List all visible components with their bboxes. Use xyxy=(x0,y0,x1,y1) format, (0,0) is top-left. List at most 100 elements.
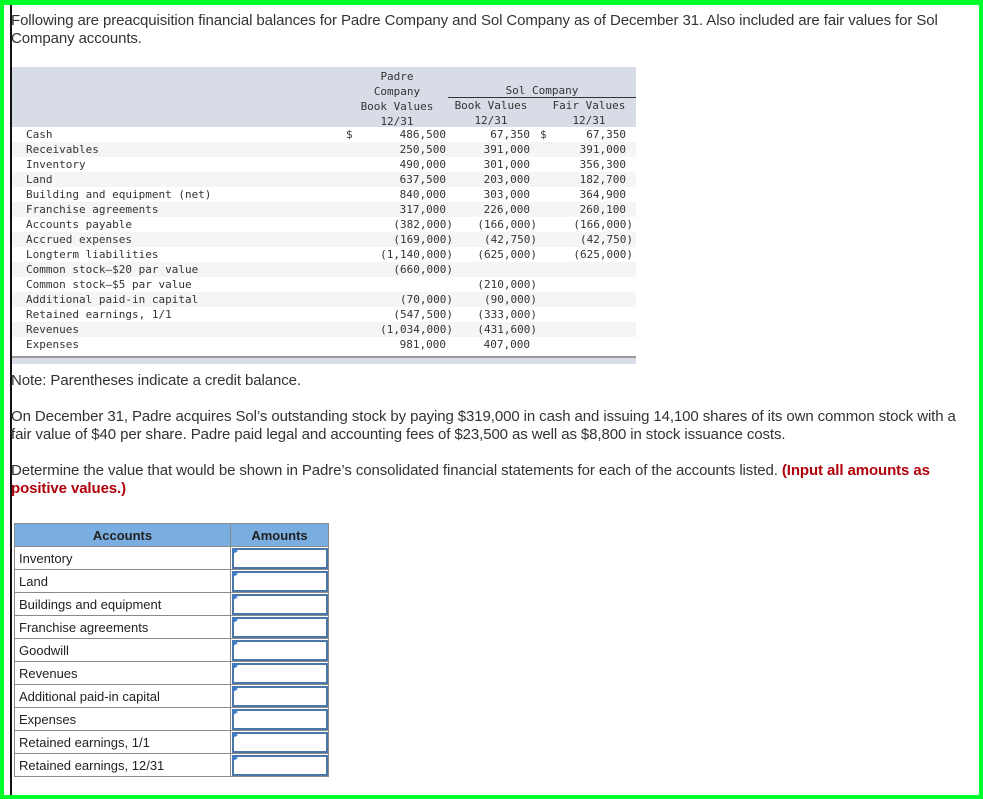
answer-amount-cell xyxy=(230,707,329,731)
balance-row: Accounts payable (382,000) (166,000) (166,0… xyxy=(12,217,636,232)
account-label: Inventory xyxy=(26,158,86,171)
account-label: Accrued expenses xyxy=(26,233,132,246)
balance-row: Expenses 981,000 407,000 xyxy=(12,337,636,352)
header-padre: Padre Company Book Values 12/31 xyxy=(354,69,440,129)
sol-book-value: 226,000 xyxy=(483,203,530,216)
answer-amount-cell xyxy=(230,753,329,777)
sol-book-value: 67,350 xyxy=(490,128,530,141)
input-marker-icon xyxy=(233,686,238,692)
amount-input[interactable] xyxy=(232,616,328,638)
padre-book-value: (547,500) xyxy=(393,308,453,321)
answer-table: Accounts Amounts Inventory Land Buildings … xyxy=(14,523,329,777)
balance-row: Land 637,500 203,000 182,700 xyxy=(12,172,636,187)
sol-book-value: 203,000 xyxy=(483,173,530,186)
account-label: Cash xyxy=(26,128,53,141)
sol-fair-value: 364,900 xyxy=(579,188,626,201)
answer-row: Goodwill xyxy=(14,638,329,662)
sol-fair-value: 182,700 xyxy=(579,173,626,186)
sol-fair-value: 356,300 xyxy=(579,158,626,171)
padre-book-value: (169,000) xyxy=(393,233,453,246)
answer-account-label: Retained earnings, 1/1 xyxy=(14,730,231,754)
amount-input[interactable] xyxy=(232,639,328,661)
amount-input[interactable] xyxy=(232,685,328,707)
sol-book-value: 407,000 xyxy=(483,338,530,351)
answer-amount-cell xyxy=(230,569,329,593)
answer-account-label: Land xyxy=(14,569,231,593)
sol-book-value: (625,000) xyxy=(477,248,537,261)
sol-fair-value: 391,000 xyxy=(579,143,626,156)
padre-book-value: 490,000 xyxy=(399,158,446,171)
answer-account-label: Expenses xyxy=(14,707,231,731)
answer-amount-cell xyxy=(230,730,329,754)
header-padre-line: Book Values xyxy=(360,100,434,113)
instruction-text: Determine the value that would be shown … xyxy=(11,462,971,498)
padre-book-value: (660,000) xyxy=(393,263,453,276)
amount-input[interactable] xyxy=(232,754,328,776)
balances-footer xyxy=(12,356,636,364)
account-label: Retained earnings, 1/1 xyxy=(26,308,172,321)
account-label: Accounts payable xyxy=(26,218,132,231)
padre-book-value: (70,000) xyxy=(400,293,453,306)
answer-row: Revenues xyxy=(14,661,329,685)
answer-row: Retained earnings, 12/31 xyxy=(14,753,329,777)
sol-book-value: 391,000 xyxy=(483,143,530,156)
balances-table: Padre Company Book Values 12/31 Sol Comp… xyxy=(12,67,636,364)
padre-book-value: 317,000 xyxy=(399,203,446,216)
amount-input[interactable] xyxy=(232,731,328,753)
account-label: Additional paid-in capital xyxy=(26,293,199,306)
input-marker-icon xyxy=(233,640,238,646)
input-marker-icon xyxy=(233,709,238,715)
sol-book-value: (90,000) xyxy=(484,293,537,306)
balance-row: Revenues (1,034,000) (431,600) xyxy=(12,322,636,337)
answer-row: Inventory xyxy=(14,546,329,570)
balance-row: Inventory 490,000 301,000 356,300 xyxy=(12,157,636,172)
note-text: Note: Parentheses indicate a credit bala… xyxy=(11,372,301,389)
sol-fair-value: (166,000) xyxy=(573,218,633,231)
scenario-text: On December 31, Padre acquires Sol’s out… xyxy=(11,408,956,443)
account-label: Expenses xyxy=(26,338,79,351)
amount-input[interactable] xyxy=(232,708,328,730)
sol-book-value: (210,000) xyxy=(477,278,537,291)
answer-account-label: Franchise agreements xyxy=(14,615,231,639)
balance-row: Cash $ $486,500 67,350 67,350 xyxy=(12,127,636,142)
dollar-sign: $ xyxy=(346,128,353,141)
answer-account-label: Goodwill xyxy=(14,638,231,662)
sol-book-value: (333,000) xyxy=(477,308,537,321)
padre-book-value: (1,034,000) xyxy=(380,323,453,336)
answer-amount-cell xyxy=(230,546,329,570)
header-sol-company: Sol Company xyxy=(448,83,636,98)
header-padre-line: Company xyxy=(373,85,421,98)
input-marker-icon xyxy=(233,663,238,669)
answer-account-label: Retained earnings, 12/31 xyxy=(14,753,231,777)
account-label: Receivables xyxy=(26,143,99,156)
header-accounts: Accounts xyxy=(14,523,231,547)
balance-row: Receivables 250,500 391,000 391,000 xyxy=(12,142,636,157)
input-marker-icon xyxy=(233,732,238,738)
answer-amount-cell xyxy=(230,615,329,639)
amount-input[interactable] xyxy=(232,593,328,615)
account-label: Franchise agreements xyxy=(26,203,159,216)
header-padre-line: Padre xyxy=(380,70,414,83)
header-sol-book: Book Values 12/31 xyxy=(448,98,534,128)
amount-input[interactable] xyxy=(232,570,328,592)
balances-header: Padre Company Book Values 12/31 Sol Comp… xyxy=(12,67,636,129)
amount-input[interactable] xyxy=(232,662,328,684)
account-label: Common stock—$20 par value xyxy=(26,263,199,276)
sol-book-value: (166,000) xyxy=(477,218,537,231)
balance-row: Common stock—$20 par value (660,000) xyxy=(12,262,636,277)
sol-fair-value: 260,100 xyxy=(579,203,626,216)
sol-book-value: 301,000 xyxy=(483,158,530,171)
account-label: Building and equipment (net) xyxy=(26,188,212,201)
sol-fair-value: 67,350 xyxy=(586,128,626,141)
header-amounts: Amounts xyxy=(230,523,329,547)
sol-book-value: (431,600) xyxy=(477,323,537,336)
balance-row: Building and equipment (net) 840,000 303,0… xyxy=(12,187,636,202)
amount-input[interactable] xyxy=(232,547,328,569)
answer-amount-cell xyxy=(230,684,329,708)
header-sol-book-line: 12/31 xyxy=(474,114,508,127)
account-label: Common stock—$5 par value xyxy=(26,278,192,291)
sol-fair-value: (42,750) xyxy=(580,233,633,246)
sol-fair-value: (625,000) xyxy=(573,248,633,261)
answer-account-label: Additional paid-in capital xyxy=(14,684,231,708)
padre-book-value: 250,500 xyxy=(399,143,446,156)
